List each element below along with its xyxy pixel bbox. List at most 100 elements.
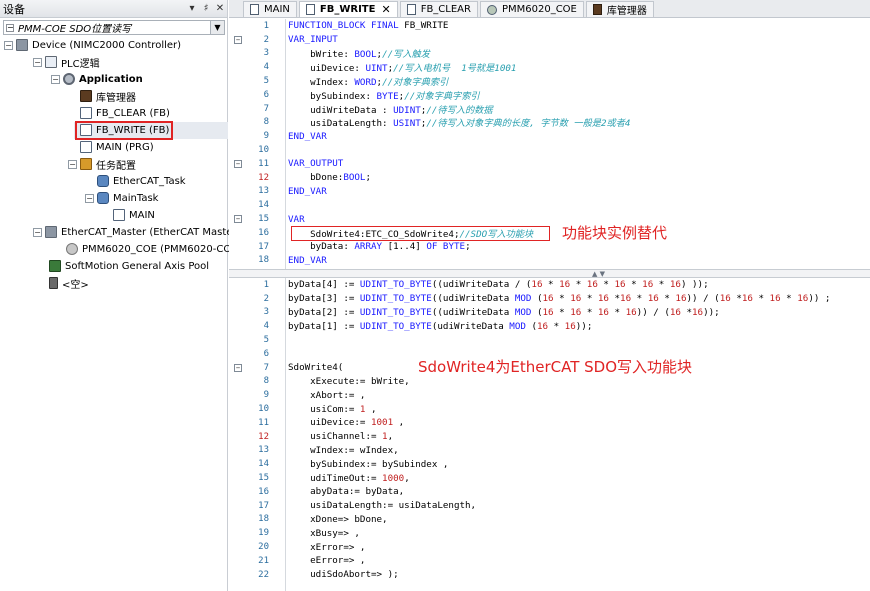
code-line[interactable]: 4 byData[1] := UDINT_TO_BYTE(udiWriteData… [229, 319, 870, 333]
fold-toggle-icon[interactable]: − [234, 35, 242, 44]
code-line[interactable]: 6 bySubindex: BYTE;//对象字典字索引 [229, 88, 870, 102]
collapse-icon[interactable]: − [68, 159, 77, 169]
code-line[interactable]: 22 udiSdoAbort=> ); [229, 568, 870, 582]
code-line[interactable]: 1 byData[4] := UDINT_TO_BYTE((udiWriteDat… [229, 278, 870, 292]
fold-toggle-icon[interactable]: − [234, 363, 242, 372]
code-line[interactable]: 21 eError=> , [229, 554, 870, 568]
code-line[interactable]: 7 udiWriteData : UDINT;//待写入的数据 [229, 102, 870, 116]
code-line[interactable]: 16 abyData:= byData, [229, 485, 870, 499]
line-number: 8 [263, 117, 269, 128]
code-token: 1001 [370, 417, 394, 429]
fold-toggle-icon[interactable]: − [234, 159, 242, 168]
code-token: * [581, 293, 598, 305]
code-line[interactable]: 2− VAR_INPUT [229, 33, 870, 47]
code-line[interactable]: 18 END_VAR [229, 254, 870, 268]
panel-close-icon[interactable]: ✕ [213, 3, 227, 14]
tree-item-application[interactable]: − Application [51, 71, 143, 87]
code-token: END_VAR [288, 130, 327, 142]
code-line[interactable]: 13 END_VAR [229, 185, 870, 199]
code-text: bySubindex:= bySubindex , [288, 459, 448, 470]
tab-label: FB_WRITE [319, 4, 376, 15]
code-text: VAR_INPUT [288, 34, 338, 45]
tree-item-fb-clear[interactable]: FB_CLEAR (FB) [80, 105, 170, 121]
code-line[interactable]: 17 usiDataLength:= usiDataLength, [229, 499, 870, 513]
tab-library-manager[interactable]: 库管理器 [585, 1, 654, 17]
code-token: ) )); [680, 279, 709, 291]
collapse-icon[interactable]: − [4, 40, 13, 50]
code-line[interactable]: 15− VAR [229, 212, 870, 226]
collapse-icon[interactable]: − [33, 227, 42, 237]
code-token: 16 [542, 306, 554, 318]
code-line[interactable]: 11− VAR_OUTPUT [229, 157, 870, 171]
line-number: 6 [263, 348, 269, 359]
splitter-arrows-icon[interactable]: ▲ ▼ [592, 270, 605, 278]
code-line[interactable]: 2 byData[3] := UDINT_TO_BYTE((udiWriteDat… [229, 292, 870, 306]
tree-item-plc-logic[interactable]: − PLC逻辑 [33, 54, 100, 70]
tab-fb-clear[interactable]: FB_CLEAR [399, 1, 478, 17]
code-line[interactable]: 10 usiCom:= 1 , [229, 402, 870, 416]
tree-item-library-manager[interactable]: 库管理器 [80, 88, 136, 104]
code-line[interactable]: 5 wIndex: WORD;//对象字典索引 [229, 74, 870, 88]
code-token: UDINT_TO_BYTE [359, 293, 432, 305]
tab-close-icon[interactable]: ✕ [381, 3, 390, 16]
tree-item-ethercat-master[interactable]: − EtherCAT_Master (EtherCAT Master) [33, 224, 240, 240]
code-line[interactable]: 3 byData[2] := UDINT_TO_BYTE((udiWriteDat… [229, 306, 870, 320]
tree-item-main-call[interactable]: MAIN [113, 207, 155, 223]
code-line[interactable]: 9 xAbort:= , [229, 388, 870, 402]
tree-item-softmotion-pool[interactable]: SoftMotion General Axis Pool [49, 258, 209, 274]
fold-toggle-icon[interactable]: − [234, 215, 242, 224]
devices-panel-title: 设备 [3, 2, 25, 16]
tree-item-pmm6020-coe[interactable]: PMM6020_COE (PMM6020-COE) [66, 241, 241, 257]
code-line[interactable]: 12 bDone:BOOL; [229, 171, 870, 185]
code-line[interactable]: 20 xError=> , [229, 540, 870, 554]
code-line[interactable]: 10 [229, 143, 870, 157]
code-line[interactable]: 19 xBusy=> , [229, 526, 870, 540]
tab-fb-write[interactable]: FB_WRITE ✕ [298, 1, 398, 17]
code-text: usiDataLength: USINT;//待写入对象字典的长度, 字节数 一… [288, 115, 630, 129]
tree-item-main-prg[interactable]: MAIN (PRG) [80, 139, 154, 155]
code-line[interactable]: 12 usiChannel:= 1, [229, 430, 870, 444]
code-line[interactable]: 14 bySubindex:= bySubindex , [229, 457, 870, 471]
code-line[interactable]: 9 END_VAR [229, 129, 870, 143]
tree-item-task-config[interactable]: − 任务配置 [68, 156, 136, 172]
connector-icon [49, 277, 58, 289]
code-line[interactable]: 4 uiDevice: UINT;//写入电机号 1号就是1001 [229, 60, 870, 74]
tree-item-device[interactable]: − Device (NIMC2000 Controller) [4, 37, 181, 53]
code-line[interactable]: 3 bWrite: BOOL;//写入触发 [229, 47, 870, 61]
tab-pmm6020-coe[interactable]: PMM6020_COE [479, 1, 584, 17]
code-line[interactable]: 18 xDone=> bDone, [229, 513, 870, 527]
collapse-icon[interactable]: − [6, 24, 14, 32]
project-selector[interactable]: − PMM-COE SDO位置读写 ▼ [3, 20, 225, 35]
code-line[interactable]: 14 [229, 198, 870, 212]
tree-item-empty[interactable]: <空> [49, 275, 89, 291]
panel-menu-icon[interactable]: ▾ [185, 3, 199, 14]
code-token: wIndex: [288, 77, 355, 89]
code-token: USINT [393, 118, 421, 130]
code-line[interactable]: 13 wIndex:= wIndex, [229, 444, 870, 458]
code-line[interactable]: 5 [229, 333, 870, 347]
code-token: bWrite: [288, 49, 355, 61]
implementation-editor[interactable]: 1 byData[4] := UDINT_TO_BYTE((udiWriteDat… [229, 278, 870, 591]
code-line[interactable]: 8 usiDataLength: USINT;//待写入对象字典的长度, 字节数… [229, 115, 870, 129]
code-token: VAR [288, 213, 305, 225]
collapse-icon[interactable]: − [85, 193, 94, 203]
code-token: xBusy=> , [288, 527, 360, 539]
code-token: 16 [542, 293, 554, 305]
chevron-down-icon[interactable]: ▼ [210, 21, 224, 34]
tab-main[interactable]: MAIN [243, 1, 297, 17]
code-token: ((udiWriteData [431, 293, 515, 305]
collapse-icon[interactable]: − [33, 57, 42, 67]
tree-item-ethercat-task[interactable]: EtherCAT_Task [97, 173, 186, 189]
code-token: eError=> , [288, 555, 366, 567]
code-line[interactable]: 15 udiTimeOut:= 1000, [229, 471, 870, 485]
code-line[interactable]: 11 uiDevice:= 1001 , [229, 416, 870, 430]
editor-splitter[interactable]: ▲ ▼ [229, 269, 870, 278]
code-line[interactable]: 17 byData: ARRAY [1..4] OF BYTE; [229, 240, 870, 254]
devices-panel-header: 设备 ▾ ♯ ✕ [0, 0, 227, 18]
collapse-icon[interactable]: − [51, 74, 60, 84]
line-number: 17 [258, 241, 269, 252]
tree-item-maintask[interactable]: − MainTask [85, 190, 158, 206]
panel-pin-icon[interactable]: ♯ [199, 3, 213, 14]
code-line[interactable]: 1 FUNCTION_BLOCK FINAL FB_WRITE [229, 19, 870, 33]
code-token: * [680, 306, 693, 318]
